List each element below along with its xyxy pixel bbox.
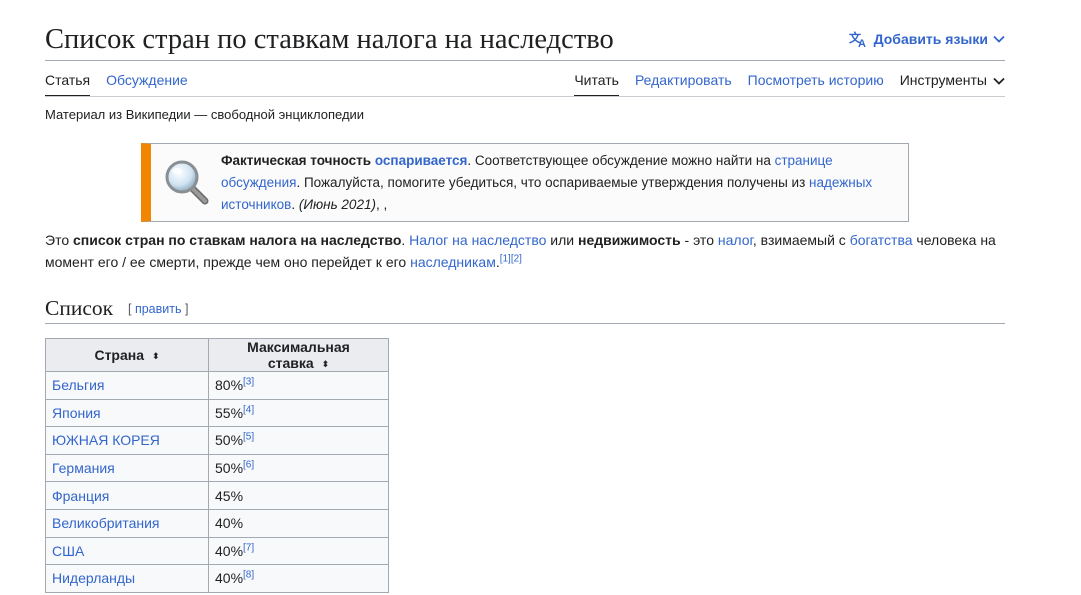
rate-cell: 50%[5] [208,426,389,455]
magnifier-icon [163,158,211,206]
notice-bold-prefix: Фактическая точность [221,153,372,168]
country-cell: Германия [45,453,209,483]
tab-read[interactable]: Читать [574,61,619,97]
rate-value: 50% [215,432,244,449]
country-cell: Нидерланды [45,564,209,593]
country-link[interactable]: Франция [52,488,109,504]
page-title: Список стран по ставкам налога на наслед… [45,24,614,55]
section-edit: [ править ] [128,302,189,316]
rate-value: 40% [215,570,244,587]
notice-text-2: . Пожалуйста, помогите убедиться, что ос… [296,175,810,190]
section-edit-link[interactable]: править [135,302,182,316]
rate-ref-link[interactable]: [5] [243,432,254,443]
ref-1-link[interactable]: [1] [500,253,511,264]
intro-paragraph: Это список стран по ставкам налога на на… [45,232,996,270]
sort-icon: ⬍ [152,350,160,361]
rate-cell: 40%[8] [208,564,389,593]
notice-text: Фактическая точность оспаривается. Соотв… [221,150,901,216]
title-row: Список стран по ставкам налога на наслед… [45,18,1005,60]
notice-text-3: . [291,197,296,212]
rate-value: 40% [215,542,244,559]
table-row: Франция 45% [45,481,389,510]
heirs-link[interactable]: наследникам [410,254,496,270]
page-tabs: Статья Обсуждение Читать Редактировать П… [45,61,1005,97]
rate-ref-link[interactable]: [4] [243,404,254,415]
tax-link[interactable]: налог [718,232,753,248]
rate-ref-link[interactable]: [7] [243,542,254,553]
table-row: Бельгия 80%[3] [45,371,389,400]
country-link[interactable]: Германия [52,460,115,476]
table-row: ЮЖНАЯ КОРЕЯ 50%[5] [45,426,389,455]
rate-cell: 55%[4] [208,398,389,428]
view-tabs: Читать Редактировать Посмотреть историю … [558,61,1005,97]
site-tagline: Материал из Википедии — свободной энцикл… [45,107,365,122]
country-cell: Великобритания [45,508,209,538]
section-divider [45,323,1005,324]
chevron-down-icon [993,35,1005,43]
sort-icon: ⬍ [321,358,330,369]
country-cell: Бельгия [45,371,209,400]
tab-talk[interactable]: Обсуждение [106,61,188,97]
table-row: США 40%[7] [45,536,389,566]
inheritance-tax-link[interactable]: Налог на наследство [409,232,546,248]
rate-value: 55% [215,404,244,421]
notice-date: (Июнь 2021) [298,197,376,212]
country-link[interactable]: Великобритания [52,515,160,531]
add-languages-label: Добавить языки [873,31,988,47]
column-header-rate[interactable]: Максимальная ставка ⬍ [208,338,389,372]
dispute-notice: Фактическая точность оспаривается. Соотв… [141,143,909,222]
intro-bold-estate: недвижимость [577,232,681,248]
country-cell: США [45,536,209,566]
rate-ref-link[interactable]: [8] [243,570,254,581]
rate-value: 40% [215,515,244,532]
country-cell: ЮЖНАЯ КОРЕЯ [45,426,209,455]
rate-value: 50% [215,460,244,477]
column-header-country[interactable]: Страна ⬍ [45,338,209,372]
notice-trail: , , [375,197,388,212]
table-row: Нидерланды 40%[8] [45,564,389,593]
table-row: Германия 50%[6] [45,453,389,483]
tab-article[interactable]: Статья [45,61,91,97]
wealth-link[interactable]: богатства [850,232,913,248]
tab-history[interactable]: Посмотреть историю [748,61,884,97]
namespace-tabs: Статья Обсуждение [45,61,204,97]
country-link[interactable]: Япония [52,405,101,421]
country-cell: Япония [45,398,209,428]
rate-cell: 50%[6] [208,453,389,483]
country-link[interactable]: США [52,543,84,559]
disputed-link[interactable]: оспаривается [375,153,468,168]
table-row: Великобритания 40% [45,508,389,538]
table-row: Япония 55%[4] [45,398,389,428]
notice-text-1: . Соответствующее обсуждение можно найти… [467,153,775,168]
table-header-row: Страна ⬍ Максимальная ставка ⬍ [45,338,389,372]
chevron-down-icon [993,72,1005,88]
rate-cell: 80%[3] [208,371,389,400]
tax-rates-table: Страна ⬍ Максимальная ставка ⬍ Бельгия 80%[… [45,338,389,593]
tools-label: Инструменты [899,72,987,88]
rate-cell: 45% [208,481,389,510]
country-link[interactable]: ЮЖНАЯ КОРЕЯ [52,432,160,448]
section-heading: Список [ править ] [45,294,1005,324]
country-link[interactable]: Бельгия [52,377,104,393]
svg-text:A: A [858,38,866,48]
country-link[interactable]: Нидерланды [52,570,135,586]
rate-value: 80% [215,377,244,394]
section-title: Список [45,296,114,320]
intro-bold-subject: список стран по ставкам налога на наслед… [73,232,402,248]
tab-edit[interactable]: Редактировать [635,61,732,97]
rate-cell: 40% [208,508,389,538]
rate-ref-link[interactable]: [6] [243,459,254,470]
rate-value: 45% [215,487,244,504]
tools-menu[interactable]: Инструменты [900,61,1005,97]
rate-ref-link[interactable]: [3] [243,377,254,388]
add-languages-button[interactable]: 文 A Добавить языки [849,30,1005,48]
country-cell: Франция [45,481,209,510]
rate-cell: 40%[7] [208,536,389,566]
translate-icon: 文 A [849,30,869,48]
ref-2-link[interactable]: [2] [511,253,522,264]
tabs-divider [45,96,1005,97]
